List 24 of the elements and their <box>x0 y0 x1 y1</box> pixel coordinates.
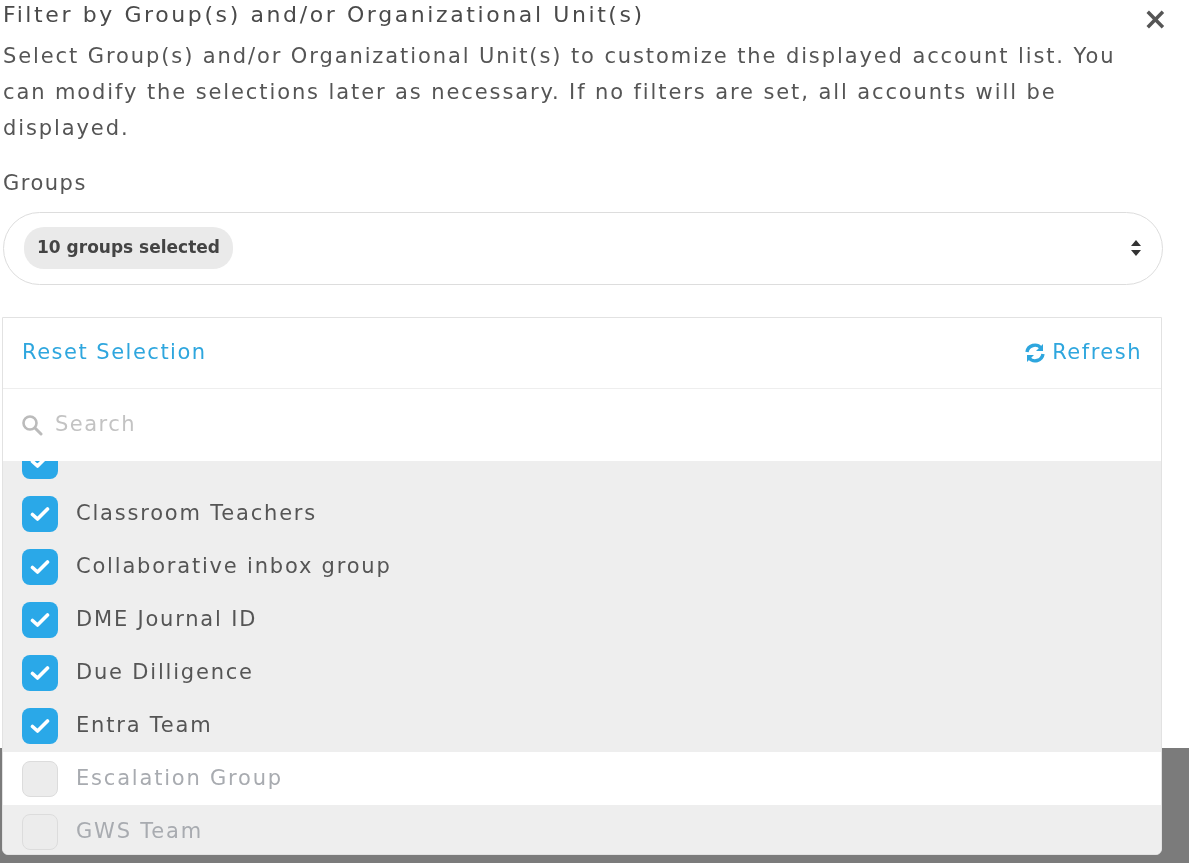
checkbox[interactable] <box>22 601 58 638</box>
group-option[interactable]: Entra Team <box>76 709 213 742</box>
check-icon <box>30 664 50 681</box>
field-label: Groups <box>3 170 87 197</box>
close-button[interactable]: × <box>1142 4 1168 34</box>
checkbox[interactable] <box>22 495 58 532</box>
dialog-description: Select Group(s) and/or Organizational Unit(s) to customize the displayed account list. You can modify the selections later as necessary. If no filters are set, all accounts will be displayed. <box>3 43 1117 142</box>
selection-chip: 10 groups selected <box>24 227 234 269</box>
check-icon <box>30 505 50 522</box>
checkbox[interactable] <box>22 548 58 585</box>
group-option[interactable]: Due Dilligence <box>76 656 254 689</box>
dialog-title: Filter by Group(s) and/or Organizational Unit(s) <box>3 1 645 29</box>
refresh-icon <box>1024 343 1047 363</box>
checkbox[interactable] <box>22 760 58 797</box>
check-icon <box>30 558 50 575</box>
checkbox[interactable] <box>22 707 58 744</box>
check-icon <box>30 611 50 628</box>
check-icon <box>30 717 50 734</box>
group-option[interactable]: Classroom Teachers <box>76 497 318 530</box>
checkbox[interactable] <box>22 654 58 691</box>
search-icon <box>21 414 43 436</box>
sort-caret-icon <box>1130 239 1142 257</box>
group-option[interactable]: DME Journal ID <box>76 603 258 636</box>
group-option[interactable]: Collaborative inbox group <box>76 550 392 583</box>
